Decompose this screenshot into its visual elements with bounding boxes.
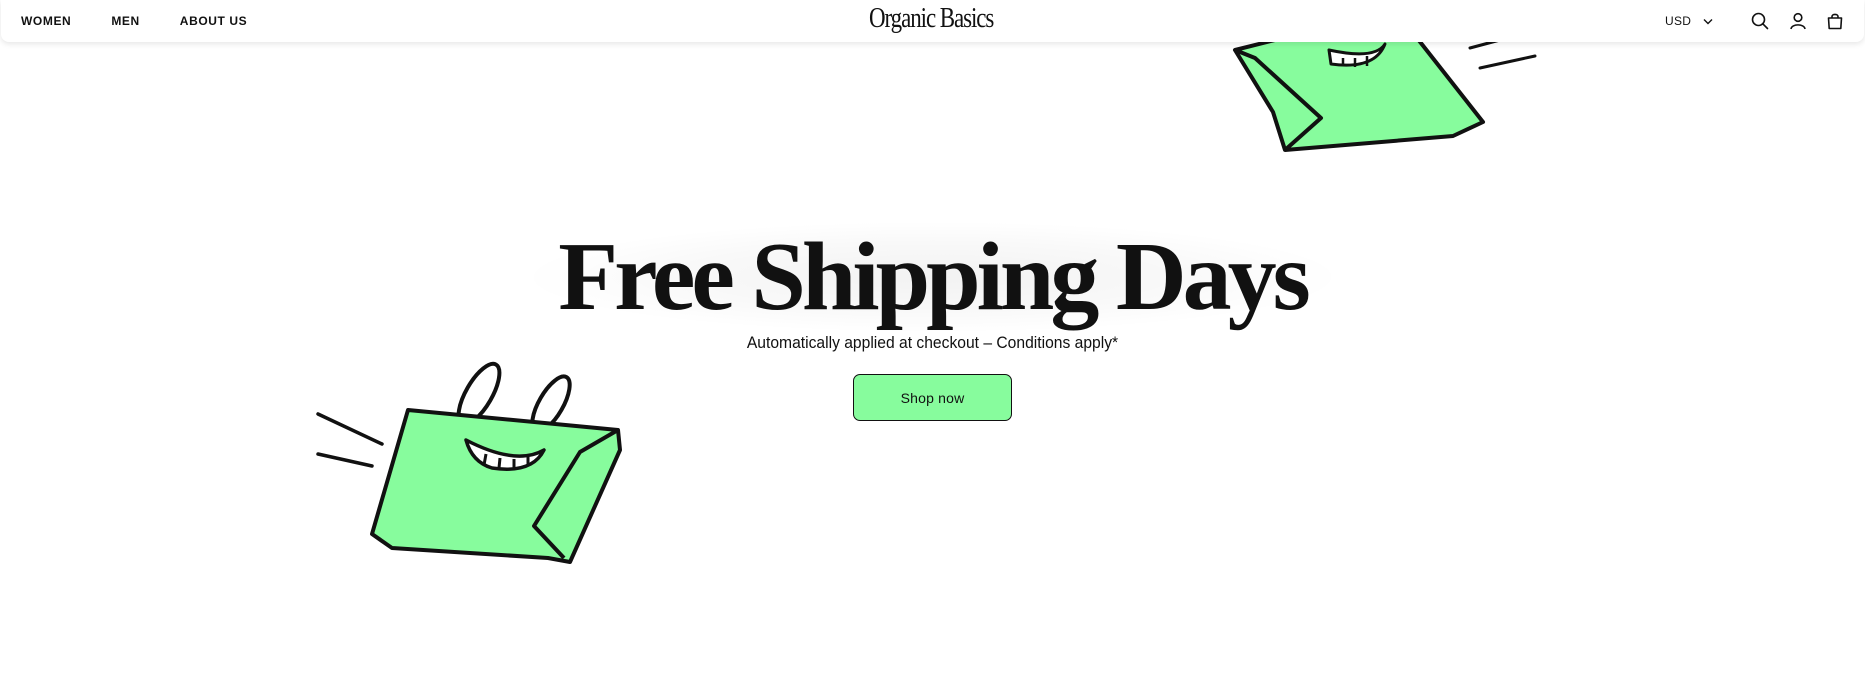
- page: WOMEN MEN ABOUT US Organic Basics USD Fr…: [0, 0, 1865, 681]
- account-icon[interactable]: [1788, 11, 1808, 31]
- shop-now-button[interactable]: Shop now: [853, 374, 1012, 421]
- flying-package-mascot-illustration: [1233, 34, 1537, 152]
- main-nav: WOMEN MEN ABOUT US: [21, 0, 247, 42]
- nav-women-link[interactable]: WOMEN: [21, 14, 71, 28]
- hero-subtitle: Automatically applied at checkout – Cond…: [746, 333, 1119, 352]
- search-icon[interactable]: [1750, 11, 1770, 31]
- hero-title-text: Free Shipping Days: [528, 222, 1337, 332]
- hero-title: Free Shipping Days: [0, 222, 1865, 332]
- nav-men-link[interactable]: MEN: [111, 14, 139, 28]
- currency-label: USD: [1665, 14, 1692, 28]
- currency-selector[interactable]: USD: [1665, 0, 1713, 42]
- cart-icon[interactable]: [1825, 11, 1845, 31]
- package-mascot-illustration: [316, 361, 622, 564]
- site-header: WOMEN MEN ABOUT US Organic Basics USD: [1, 0, 1864, 42]
- nav-about-us-link[interactable]: ABOUT US: [180, 14, 247, 28]
- chevron-down-icon: [1703, 12, 1713, 30]
- brand-logo[interactable]: Organic Basics: [869, 3, 994, 35]
